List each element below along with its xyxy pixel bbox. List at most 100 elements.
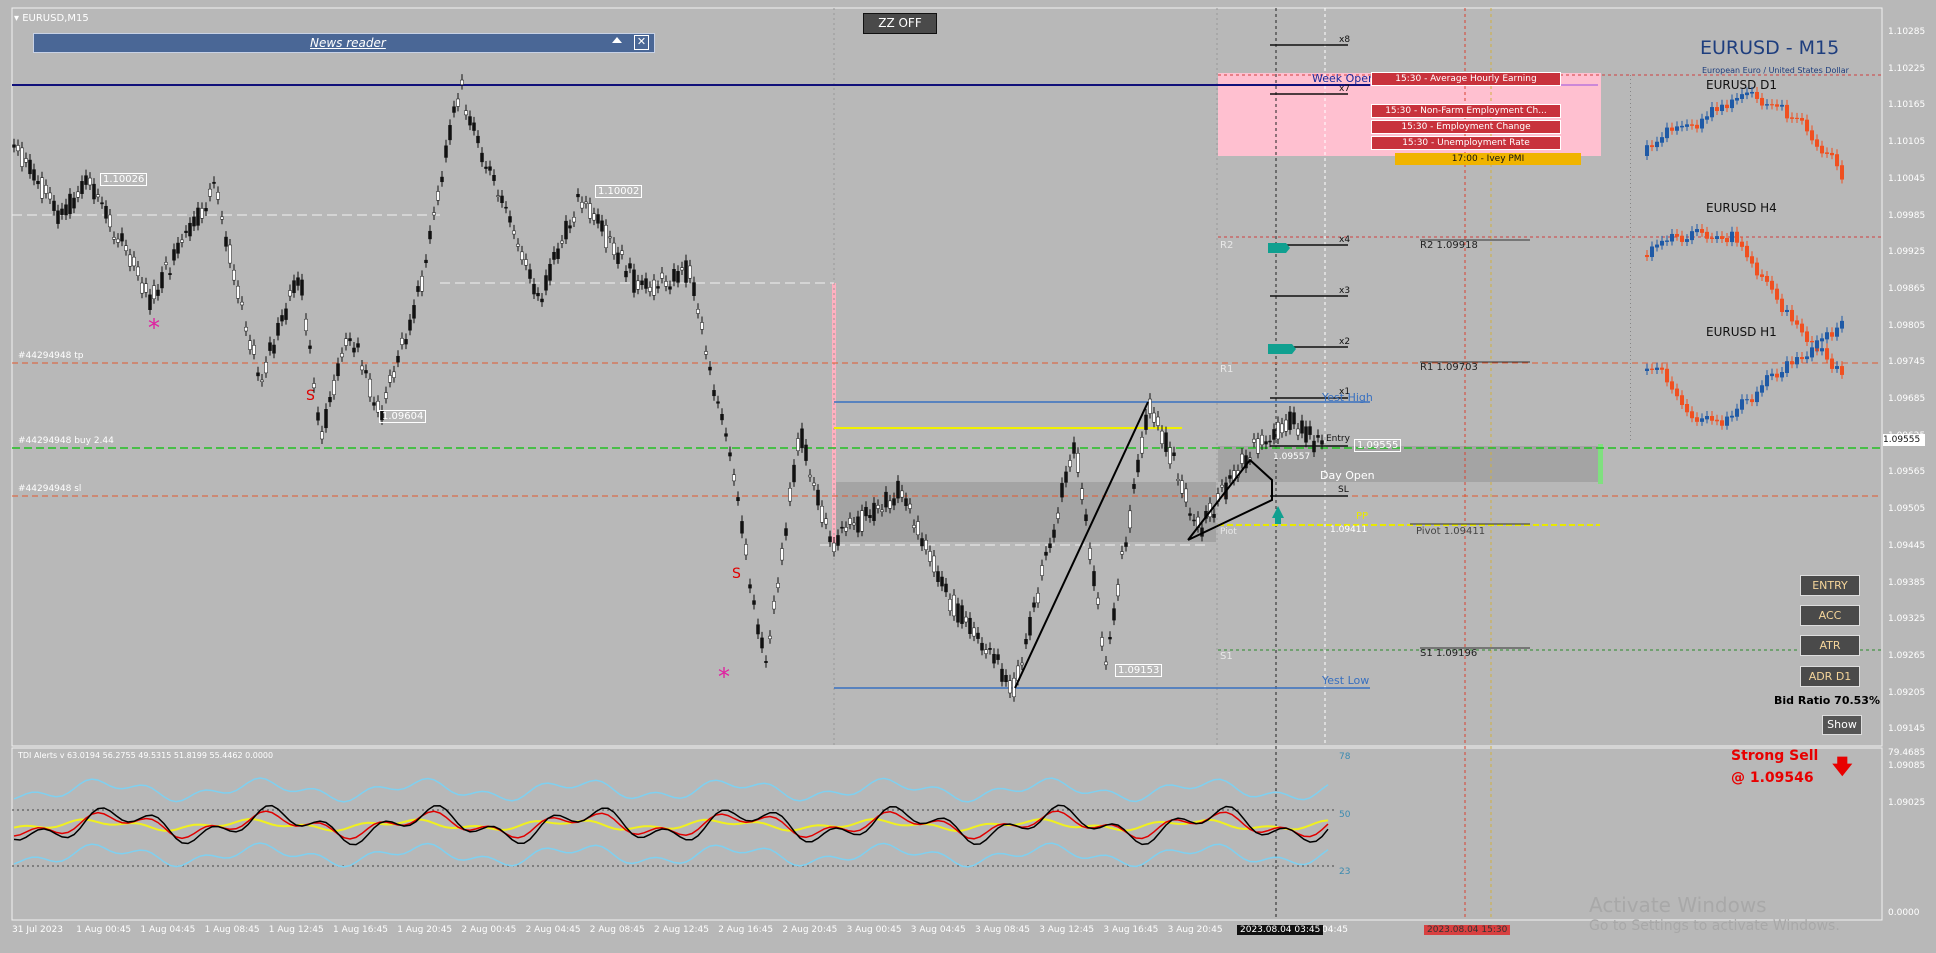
indicator-axis-top: 79.4685 — [1888, 748, 1926, 758]
price-axis-label: 1.09205 — [1888, 687, 1926, 698]
price-axis-label: 1.09505 — [1888, 504, 1926, 515]
news-reader-label[interactable]: News reader — [310, 36, 386, 50]
price-candles — [12, 74, 1324, 702]
time-axis-label: 04:45 — [1322, 925, 1348, 935]
price-axis-label: 1.09745 — [1888, 357, 1926, 368]
indicator-label: TDI Alerts v 63.0194 56.2755 49.5315 51.… — [18, 751, 274, 760]
collapse-icon[interactable] — [612, 37, 622, 43]
price-axis-label: 1.09985 — [1888, 210, 1926, 221]
close-icon[interactable]: ✕ — [634, 35, 649, 50]
signal-s: S — [732, 566, 741, 582]
pivot-price-label: 1.09411 — [1330, 525, 1368, 535]
time-axis-label: 3 Aug 08:45 — [975, 925, 1030, 935]
news-event[interactable]: 17:00 - Ivey PMI — [1395, 153, 1581, 165]
price-axis-label: 1.09925 — [1888, 247, 1926, 258]
time-axis-label: 2 Aug 20:45 — [782, 925, 838, 935]
price-axis-label: 1.10105 — [1888, 137, 1926, 148]
window-title: ▾ EURUSD,M15 — [14, 13, 89, 24]
x-level-label: x3 — [1339, 286, 1351, 296]
main-chart-frame — [11, 7, 1883, 747]
time-axis-label: 1 Aug 12:45 — [268, 925, 324, 935]
time-axis-label: 3 Aug 04:45 — [910, 925, 966, 935]
time-axis-label: 31 Jul 2023 — [12, 925, 63, 935]
price-label: 1.10026 — [100, 173, 148, 186]
acc-button[interactable]: ACC — [1800, 605, 1860, 626]
price-label: 1.10002 — [595, 185, 643, 198]
price-axis-label: 1.09265 — [1888, 650, 1926, 661]
time-axis-label: 3 Aug 12:45 — [1039, 925, 1095, 935]
buy-zone-marker — [1598, 444, 1603, 484]
news-event[interactable]: 15:30 - Unemployment Rate — [1371, 136, 1561, 150]
signal-label: Strong Sell — [1731, 748, 1819, 764]
indicator-level: 50 — [1339, 810, 1351, 820]
activation-watermark-subtitle: Go to Settings to activate Windows. — [1589, 918, 1840, 934]
price-axis-label: 1.09085 — [1888, 761, 1926, 771]
indicator-level: 23 — [1339, 867, 1351, 877]
time-axis-label: 1 Aug 00:45 — [76, 925, 132, 935]
price-label: 1.09604 — [379, 410, 427, 423]
time-axis-label: 3 Aug 16:45 — [1103, 925, 1159, 935]
tdi-lines — [13, 777, 1329, 868]
time-axis-label: 1 Aug 08:45 — [204, 925, 260, 935]
s1-label: S1 1.09196 — [1420, 648, 1478, 659]
yest-high-label: Yest High — [1322, 391, 1373, 404]
yest-low-label: Yest Low — [1322, 674, 1370, 687]
price-axis-label: 1.09025 — [1888, 797, 1926, 808]
time-highlight: 2023.08.04 03:45 — [1237, 925, 1324, 935]
price-axis-label: 1.09145 — [1888, 724, 1926, 735]
zz-toggle-button[interactable]: ZZ OFF — [863, 13, 937, 34]
price-axis-label: 1.09385 — [1888, 577, 1926, 588]
entry-price-label: 1.09557 — [1273, 452, 1311, 462]
x-level-label: x8 — [1339, 35, 1351, 45]
mini-charts — [1630, 75, 1844, 440]
price-axis-label: 1.10225 — [1888, 63, 1926, 74]
event-time-tag: 2023.08.04 15:30 — [1424, 925, 1511, 935]
indicator-axis-bottom: 0.0000 — [1888, 908, 1920, 918]
order-buy-label: #44294948 buy 2.44 — [18, 436, 114, 446]
order-tp-label: #44294948 tp — [18, 351, 84, 361]
price-axis-label: 1.10285 — [1888, 27, 1926, 37]
x-level-label: x4 — [1339, 235, 1351, 245]
show-button[interactable]: Show — [1822, 715, 1862, 735]
order-sl-label: #44294948 sl — [18, 484, 82, 494]
news-reader-bar[interactable]: News reader ✕ — [33, 33, 655, 53]
atr-button[interactable]: ATR — [1800, 635, 1860, 656]
news-event[interactable]: 15:30 - Employment Change — [1371, 120, 1561, 134]
time-axis-label: 2 Aug 08:45 — [589, 925, 645, 935]
bid-ratio: Bid Ratio 70.53% — [1774, 694, 1880, 707]
pivot-label: Pivot 1.09411 — [1416, 526, 1486, 537]
signal-price: @ 1.09546 — [1731, 770, 1814, 786]
r2-tag: R2 — [1220, 240, 1234, 251]
price-axis-label: 1.09565 — [1888, 467, 1926, 478]
pivot-short-tag: Piot — [1220, 527, 1237, 537]
time-axis-label: 3 Aug 00:45 — [846, 925, 902, 935]
time-axis-label: 2 Aug 00:45 — [461, 925, 517, 935]
s1-tag: S1 — [1220, 651, 1233, 662]
time-axis-label: 1 Aug 20:45 — [397, 925, 453, 935]
news-event[interactable]: 15:30 - Non-Farm Employment Ch... — [1371, 104, 1561, 118]
symbol-title: EURUSD - M15 — [1700, 37, 1840, 59]
pp-tag: PP — [1356, 511, 1369, 522]
activation-watermark-title: Activate Windows — [1589, 893, 1767, 917]
news-event[interactable]: 15:30 - Average Hourly Earning — [1371, 72, 1561, 86]
day-open-label: Day Open — [1320, 469, 1375, 482]
star-marker: * — [718, 663, 730, 691]
entry-label: Entry — [1326, 434, 1350, 444]
indicator-level: 78 — [1339, 752, 1351, 762]
price-axis-label: 1.10045 — [1888, 173, 1926, 184]
time-axis-label: 2 Aug 12:45 — [654, 925, 709, 935]
time-axis-label: 2 Aug 16:45 — [718, 925, 774, 935]
time-axis-label: 3 Aug 20:45 — [1167, 925, 1223, 935]
r2-label: R2 1.09918 — [1420, 240, 1478, 251]
star-marker: * — [148, 314, 160, 342]
r1-label: R1 1.09703 — [1420, 362, 1478, 373]
adr-d1-button[interactable]: ADR D1 — [1800, 666, 1860, 687]
r1-tag: R1 — [1220, 364, 1234, 375]
price-axis-label: 1.09865 — [1888, 283, 1926, 294]
week-open-label: Week Open — [1312, 72, 1376, 85]
current-price-tag: 1.09555 — [1883, 434, 1925, 446]
entry-button[interactable]: ENTRY — [1800, 575, 1860, 596]
price-axis-label: 1.09445 — [1888, 540, 1926, 551]
price-axis-label: 1.09325 — [1888, 614, 1926, 625]
price-label: 1.09153 — [1115, 664, 1163, 677]
